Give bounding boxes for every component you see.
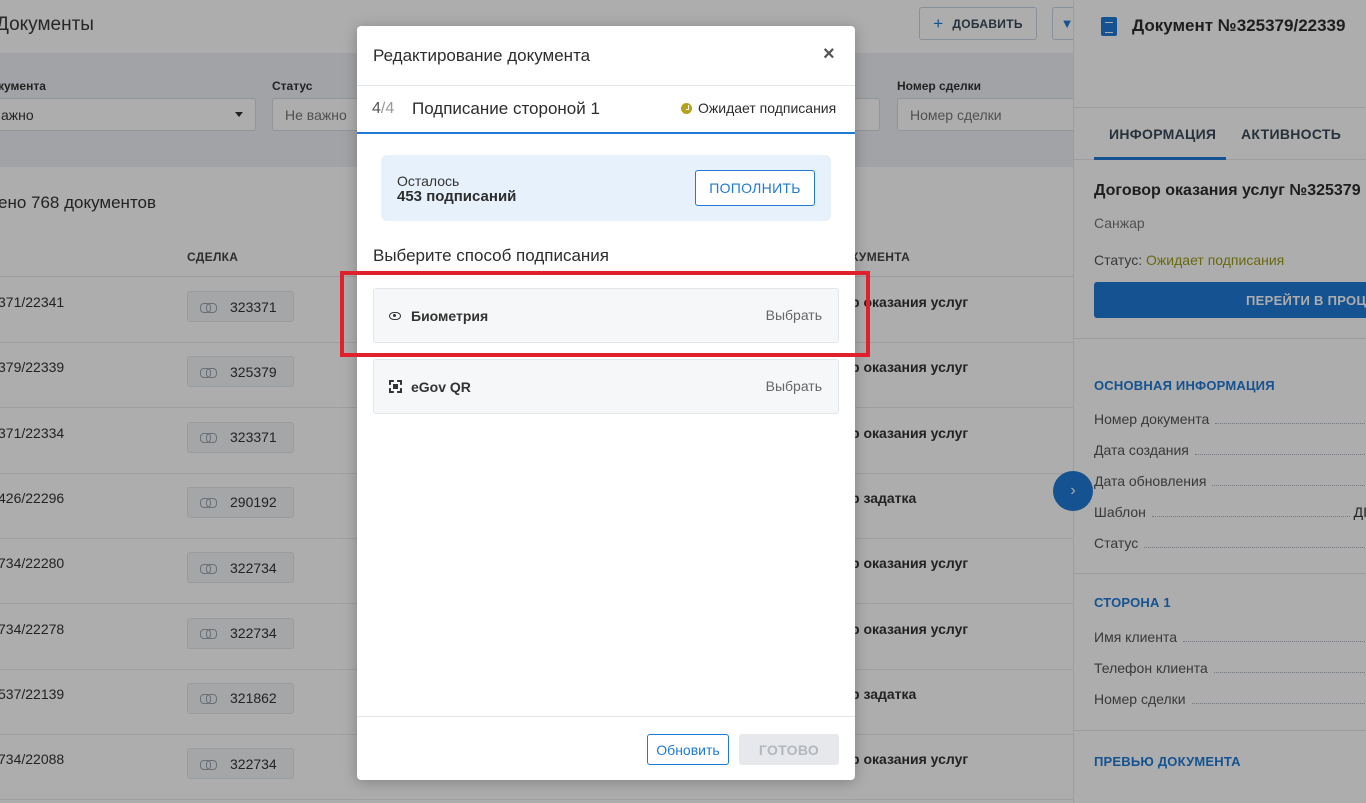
balance-value: 453 подписаний — [397, 188, 517, 205]
edit-document-modal: Редактирование документа × 4/4 Подписани… — [357, 26, 855, 780]
step-status: Ожидает подписания — [681, 100, 836, 116]
signing-method-egov-qr[interactable]: eGov QR Выбрать — [373, 359, 839, 414]
method-name: eGov QR — [411, 379, 471, 395]
step-status-text: Ожидает подписания — [698, 100, 837, 116]
modal-footer: Обновить ГОТОВО — [357, 716, 855, 780]
modal-title: Редактирование документа — [373, 46, 591, 65]
step-current: 4 — [372, 100, 381, 117]
signatures-balance-card: Осталось 453 подписаний ПОПОЛНИТЬ — [381, 155, 831, 221]
clock-icon — [681, 102, 692, 114]
select-method-link[interactable]: Выбрать — [766, 378, 822, 394]
step-title: Подписание стороной 1 — [412, 99, 600, 118]
balance-label: Осталось — [397, 173, 460, 189]
refresh-button[interactable]: Обновить — [647, 734, 729, 765]
done-button[interactable]: ГОТОВО — [739, 734, 839, 765]
step-counter: 4/4 — [372, 100, 394, 118]
highlight-frame — [340, 271, 870, 357]
signing-method-title: Выберите способ подписания — [373, 246, 609, 265]
qr-icon — [389, 380, 402, 396]
modal-header: Редактирование документа × — [357, 26, 855, 86]
top-up-button[interactable]: ПОПОЛНИТЬ — [695, 170, 815, 206]
step-total: /4 — [380, 100, 395, 117]
close-icon[interactable]: × — [823, 43, 835, 66]
step-header: 4/4 Подписание стороной 1 Ожидает подпис… — [357, 86, 855, 134]
